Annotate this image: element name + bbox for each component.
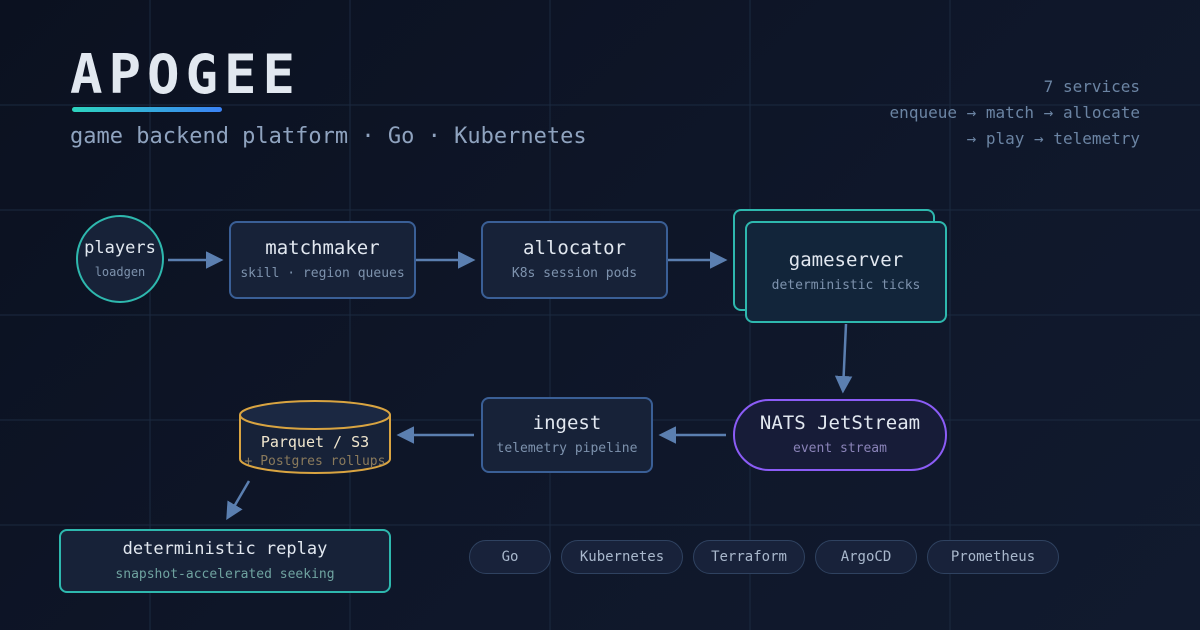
tech-pill-prometheus: Prometheus [927, 540, 1059, 574]
tech-pill-terraform: Terraform [693, 540, 805, 574]
tech-pill-go: Go [469, 540, 551, 574]
page-subtitle: game backend platform · Go · Kubernetes [70, 124, 587, 149]
node-nats: NATS JetStream event stream [733, 399, 947, 471]
node-allocator: allocator K8s session pods [481, 221, 668, 299]
title-underline [72, 107, 222, 112]
node-storage-subtitle: + Postgres rollups [244, 454, 386, 469]
node-storage-title: Parquet / S3 [260, 433, 370, 451]
stats-block: 7 services enqueue → match → allocate → … [890, 74, 1140, 152]
node-players: players loadgen [76, 215, 164, 303]
node-replay-subtitle: snapshot-accelerated seeking [115, 567, 335, 582]
node-players-title: players [84, 238, 156, 258]
node-players-subtitle: loadgen [94, 265, 146, 279]
tech-pill-kubernetes: Kubernetes [561, 540, 683, 574]
node-gameserver-title: gameserver [788, 249, 904, 271]
node-gameserver-subtitle: deterministic ticks [771, 278, 921, 293]
page-title: APOGEE [70, 43, 302, 106]
node-allocator-title: allocator [523, 237, 626, 259]
node-nats-subtitle: event stream [793, 441, 887, 456]
node-gameserver: gameserver deterministic ticks [745, 221, 947, 323]
node-matchmaker: matchmaker skill · region queues [229, 221, 416, 299]
node-ingest: ingest telemetry pipeline [481, 397, 653, 473]
node-replay: deterministic replay snapshot-accelerate… [59, 529, 391, 593]
tech-pill-argocd: ArgoCD [815, 540, 917, 574]
node-ingest-title: ingest [532, 412, 602, 434]
node-matchmaker-title: matchmaker [265, 237, 380, 259]
node-allocator-subtitle: K8s session pods [511, 266, 638, 281]
node-ingest-subtitle: telemetry pipeline [496, 441, 638, 456]
node-nats-title: NATS JetStream [759, 412, 921, 434]
stats-pipeline-line1: enqueue → match → allocate [889, 103, 1140, 122]
node-matchmaker-subtitle: skill · region queues [240, 266, 405, 281]
stats-services: 7 services [1043, 77, 1140, 96]
stats-pipeline-line2: → play → telemetry [966, 129, 1140, 148]
node-replay-title: deterministic replay [122, 539, 328, 559]
